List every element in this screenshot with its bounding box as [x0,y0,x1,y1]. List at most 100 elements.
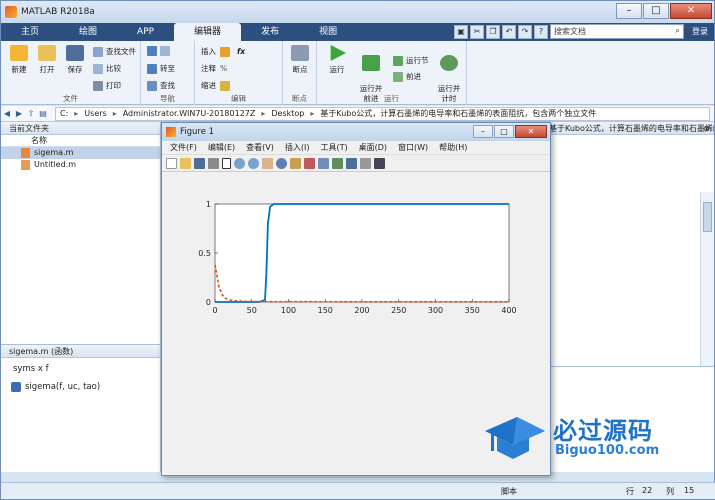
run-group-label: 运行 [384,94,399,103]
close-editor-icon[interactable]: ⊗ [703,122,710,135]
y-tick-label: 0 [206,298,211,307]
stopwatch-icon [440,55,458,71]
list-item[interactable]: sigema.m [1,147,160,159]
figure-maximize-button[interactable]: □ [494,125,514,138]
run-button[interactable]: 运行 [323,45,351,75]
file-group-label: 文件 [63,94,78,103]
menu-file[interactable]: 文件(F) [170,142,197,153]
indent-button[interactable]: 缩进 [201,80,233,91]
zoom-in-icon[interactable] [234,157,245,169]
editor-scrollbar[interactable] [700,192,714,366]
help-quick-icon[interactable]: ? [534,24,548,39]
menu-tools[interactable]: 工具(T) [320,142,347,153]
find-icon [147,80,157,91]
tab-home[interactable]: 主页 [1,23,59,41]
advance-icon [393,71,403,82]
print-button[interactable]: 打印 [93,80,121,91]
x-tick-label: 300 [428,306,443,315]
redo-quick-icon[interactable]: ↷ [518,24,532,39]
tab-editor[interactable]: 编辑器 [174,23,242,41]
minimize-button[interactable]: – [616,3,642,19]
open-button[interactable]: 打开 [33,45,61,75]
data-cursor-icon[interactable] [290,157,301,169]
save-button[interactable]: 保存 [61,45,89,75]
search-icon[interactable]: ⌕ [675,25,680,38]
goto-icon [147,63,157,74]
fx-icon: fx [237,47,246,56]
breakpoints-button[interactable]: 断点 [286,45,314,75]
menu-window[interactable]: 窗口(W) [398,142,428,153]
status-row: 22 [642,486,653,495]
run-section-button[interactable]: 运行节 [393,55,429,66]
close-button[interactable]: ✕ [670,3,712,19]
save-quick-icon[interactable]: ▣ [454,24,468,39]
menu-view[interactable]: 查看(V) [246,142,274,153]
back-forward-button[interactable] [147,46,173,56]
goto-button[interactable]: 转至 [147,63,175,74]
x-tick-label: 100 [281,306,296,315]
search-input[interactable]: 搜索文档 ⌕ [550,24,684,39]
tab-plots[interactable]: 绘图 [59,23,117,41]
compare-button[interactable]: 比较 [93,63,121,74]
pan-hand-icon[interactable] [262,157,273,169]
rotate-icon[interactable] [276,157,287,169]
details-header: sigema.m (函数) [1,345,160,358]
cut-quick-icon[interactable]: ✂ [470,24,484,39]
menu-edit[interactable]: 编辑(E) [208,142,235,153]
run-section-icon [393,55,403,66]
advance-button[interactable]: 前进 [393,71,421,82]
up-folder-icon[interactable]: ⇧ [25,109,37,118]
colorbar-icon[interactable] [332,157,343,169]
menu-desktop[interactable]: 桌面(D) [359,142,387,153]
new-button[interactable]: 新建 [5,45,33,75]
undo-quick-icon[interactable]: ↶ [502,24,516,39]
hide-tools-icon[interactable] [360,157,371,169]
run-group: 运行 运行并 前进 运行节 前进 运行并 计时 运行 [317,41,467,105]
figure-close-button[interactable]: ✕ [515,125,547,138]
menu-insert[interactable]: 插入(I) [285,142,310,153]
editor-ribbon: 新建 打开 保存 查找文件 比较 打印 文件 转至 查找 导航 插入 fx 注释… [1,41,714,105]
comment-button[interactable]: 注释 % [201,63,227,74]
show-tools-icon[interactable] [374,157,385,169]
link-icon[interactable] [318,157,329,169]
tab-apps[interactable]: APP [117,23,174,41]
zoom-out-icon[interactable] [248,157,259,169]
back-icon[interactable]: ◀ [1,109,13,118]
print-icon [93,80,103,91]
figure-minimize-button[interactable]: – [473,125,493,138]
tab-view[interactable]: 视图 [299,23,357,41]
edit-group-label: 编辑 [231,94,246,103]
address-bar: ◀ ▶ ⇧ ▤ C: ▸ Users ▸ Administrator.WIN7U-2… [1,106,714,122]
print-figure-icon[interactable] [208,157,219,169]
copy-quick-icon[interactable]: ❐ [486,24,500,39]
list-item[interactable]: Untitled.m [1,159,160,171]
find-files-icon [93,46,103,57]
open-figure-icon[interactable] [180,157,191,169]
figure-title-bar: Figure 1 – □ ✕ [162,123,550,141]
select-pointer-icon[interactable] [222,157,231,169]
tab-publish[interactable]: 发布 [241,23,299,41]
new-icon [10,45,28,61]
legend-icon[interactable] [346,157,357,169]
breakpoints-icon [291,45,309,61]
edit-group: 插入 fx 注释 % 缩进 编辑 [195,41,283,105]
menu-help[interactable]: 帮助(H) [439,142,467,153]
new-figure-icon[interactable] [166,157,177,169]
name-column-header[interactable]: 名称 [1,135,160,147]
maximize-button[interactable]: □ [643,3,669,19]
function-entry[interactable]: sigema(f, uc, tao) [1,374,160,392]
scroll-thumb[interactable] [703,202,712,232]
find-files-button[interactable]: 查找文件 [93,46,136,57]
insert-button[interactable]: 插入 fx [201,46,245,57]
m-file-icon [21,148,30,158]
breadcrumb[interactable]: C: ▸ Users ▸ Administrator.WIN7U-20180127Z… [55,106,710,121]
forward-icon[interactable]: ▶ [13,109,25,118]
brush-icon[interactable] [304,157,315,169]
file-group: 新建 打开 保存 查找文件 比较 打印 文件 [1,41,141,105]
status-script: 脚本 [501,487,517,496]
browse-icon[interactable]: ▤ [37,109,49,118]
login-link[interactable]: 登录 [692,26,708,37]
figure-menu-bar: 文件(F) 编辑(E) 查看(V) 插入(I) 工具(T) 桌面(D) 窗口(W… [162,141,550,155]
find-button[interactable]: 查找 [147,80,175,91]
save-figure-icon[interactable] [194,157,205,169]
